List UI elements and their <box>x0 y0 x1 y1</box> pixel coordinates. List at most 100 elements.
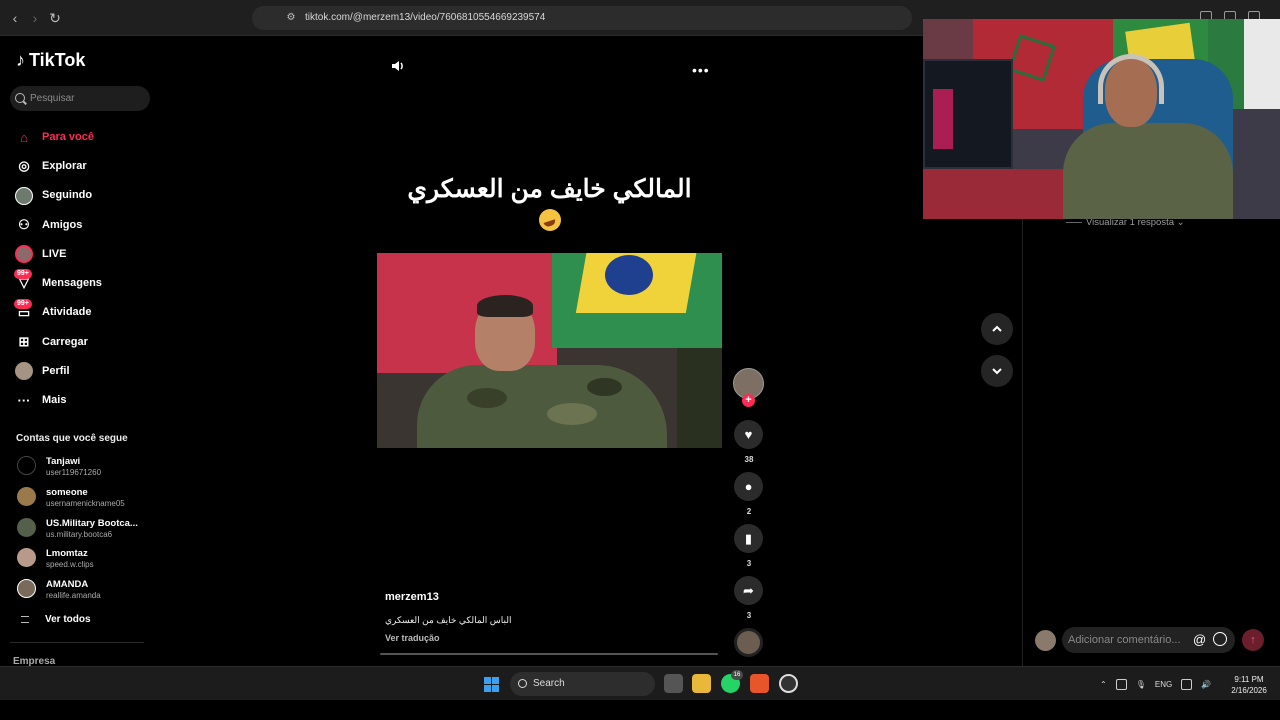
heart-icon: ♥ <box>744 427 753 442</box>
user-avatar <box>1035 630 1056 651</box>
bookmark-icon: ▮ <box>744 530 753 546</box>
menu-item-live[interactable]: LIVE <box>0 239 160 268</box>
microphone-icon[interactable]: 🎙 <box>1136 680 1146 689</box>
comment-icon: ● <box>744 479 753 494</box>
desk-shape <box>923 169 1073 219</box>
network-icon[interactable] <box>1115 678 1127 690</box>
save-button[interactable]: ▮ <box>734 524 763 553</box>
rgb-light-shape <box>933 89 953 149</box>
share-button[interactable]: ➦ <box>734 576 763 605</box>
windows-start-icon[interactable] <box>484 677 499 692</box>
following-account[interactable]: someone usernamenickname05 <box>0 481 160 512</box>
account-username: reallife.amanda <box>46 591 101 601</box>
emoji-icon[interactable] <box>1213 632 1227 646</box>
forward-icon[interactable]: › <box>26 9 44 27</box>
menu-item-more[interactable]: ··· Mais <box>0 386 160 415</box>
language-indicator[interactable]: ENG <box>1155 680 1172 689</box>
see-all-link[interactable]: Ver todos <box>0 610 160 630</box>
account-name: Lmomtaz <box>46 548 88 560</box>
obs-icon[interactable] <box>779 674 798 693</box>
person-shape <box>477 295 533 317</box>
share-count: 3 <box>746 611 752 620</box>
reload-icon[interactable]: ↻ <box>46 9 64 27</box>
chevron-up-icon <box>992 325 1002 332</box>
menu-item-explore[interactable]: ◎ Explorar <box>0 151 160 180</box>
avatar <box>17 486 36 506</box>
mention-icon[interactable]: @ <box>1193 632 1206 647</box>
like-count: 38 <box>744 455 754 464</box>
video-author[interactable]: merzem13 <box>385 591 439 603</box>
search-placeholder: Pesquisar <box>30 93 75 104</box>
speaker-icon[interactable]: 🔊 <box>1201 680 1211 689</box>
comment-placeholder: Adicionar comentário... <box>1068 634 1181 646</box>
see-all-label: Ver todos <box>45 614 91 625</box>
more-options-icon[interactable]: ••• <box>692 62 710 78</box>
share-icon: ➦ <box>743 582 754 598</box>
address-bar[interactable]: ⚙ tiktok.com/@merzem13/video/76068105546… <box>252 6 912 30</box>
taskbar-search[interactable]: Search <box>510 672 655 696</box>
menu-item-messages[interactable]: ▽ 99+ Mensagens <box>0 268 160 297</box>
account-name: US.Military Bootca... <box>46 517 138 529</box>
menu-item-profile[interactable]: Perfil <box>0 356 160 385</box>
back-icon[interactable]: ‹ <box>6 9 24 27</box>
site-settings-icon[interactable]: ⚙ <box>282 9 300 27</box>
friends-icon: ⚇ <box>18 216 30 232</box>
menu-label: Atividade <box>42 306 92 319</box>
avatar <box>17 517 36 537</box>
video-overlay-text: المالكي خايف من العسكري <box>407 175 692 203</box>
video-progress-bar[interactable] <box>380 653 718 655</box>
menu-label: Amigos <box>42 218 83 231</box>
file-explorer-icon[interactable] <box>692 674 711 693</box>
person-shape <box>1063 123 1233 219</box>
brave-browser-icon[interactable] <box>750 674 769 693</box>
person-shape <box>417 365 667 448</box>
menu-item-following[interactable]: Seguindo <box>0 181 160 210</box>
follow-plus-icon[interactable]: + <box>742 394 755 407</box>
search-input[interactable]: Pesquisar <box>10 86 150 111</box>
camo-shape <box>547 403 597 425</box>
tiktok-note-icon: ♪ <box>16 50 25 70</box>
menu-item-for-you[interactable]: ⌂ Para você <box>0 122 160 151</box>
messages-badge: 99+ <box>14 269 32 280</box>
account-username: usernamenickname05 <box>46 498 125 508</box>
following-account[interactable]: AMANDA reallife.amanda <box>0 573 160 604</box>
tiktok-logo[interactable]: ♪ TikTok <box>16 50 85 71</box>
music-disc-icon[interactable] <box>734 628 763 657</box>
laughing-emoji-icon <box>539 209 561 231</box>
send-comment-button[interactable]: ↑ <box>1242 629 1264 651</box>
following-account[interactable]: Tanjawi user119671260 <box>0 450 160 481</box>
menu-item-friends[interactable]: ⚇ Amigos <box>0 210 160 239</box>
like-button[interactable]: ♥ <box>734 420 763 449</box>
account-username: user119671260 <box>46 468 102 477</box>
menu-label: Mais <box>42 394 67 407</box>
following-account[interactable]: Lmomtaz speed.w.clips <box>0 542 160 573</box>
volume-icon[interactable] <box>389 57 407 75</box>
video-player[interactable]: ••• المالكي خايف من العسكري merzem13 الب… <box>377 46 722 656</box>
profile-icon <box>15 362 33 381</box>
following-avatar-icon <box>15 186 33 205</box>
url-text: tiktok.com/@merzem13/video/7606810554669… <box>305 12 546 23</box>
menu-item-upload[interactable]: ⊞ Carregar <box>0 327 160 356</box>
search-icon <box>518 679 527 688</box>
comment-input[interactable]: Adicionar comentário... <box>1062 627 1235 653</box>
next-video-button[interactable] <box>981 355 1013 387</box>
translate-link[interactable]: Ver tradução <box>385 633 440 643</box>
following-account[interactable]: US.Military Bootca... us.military.bootca… <box>0 512 160 543</box>
comment-button[interactable]: ● <box>734 472 763 501</box>
camo-shape <box>587 378 622 396</box>
avatar <box>17 456 36 475</box>
clock-date: 2/16/2026 <box>1231 686 1267 695</box>
menu-item-activity[interactable]: ▭ 99+ Atividade <box>0 298 160 327</box>
bottom-strip <box>0 700 1280 720</box>
activity-badge: 99+ <box>14 298 32 309</box>
display-icon[interactable] <box>1181 678 1193 690</box>
clock[interactable]: 9:11 PM 2/16/2026 <box>1226 674 1272 696</box>
logo-text: TikTok <box>29 50 86 70</box>
video-frame <box>377 253 722 448</box>
system-tray: ⌃ 🎙 ENG 🔊 <box>1100 667 1211 701</box>
chevron-up-icon[interactable]: ⌃ <box>1100 680 1107 689</box>
task-view-icon[interactable] <box>664 674 683 693</box>
avatar <box>17 548 36 568</box>
menu-label: Para você <box>42 130 94 143</box>
previous-video-button[interactable] <box>981 313 1013 345</box>
